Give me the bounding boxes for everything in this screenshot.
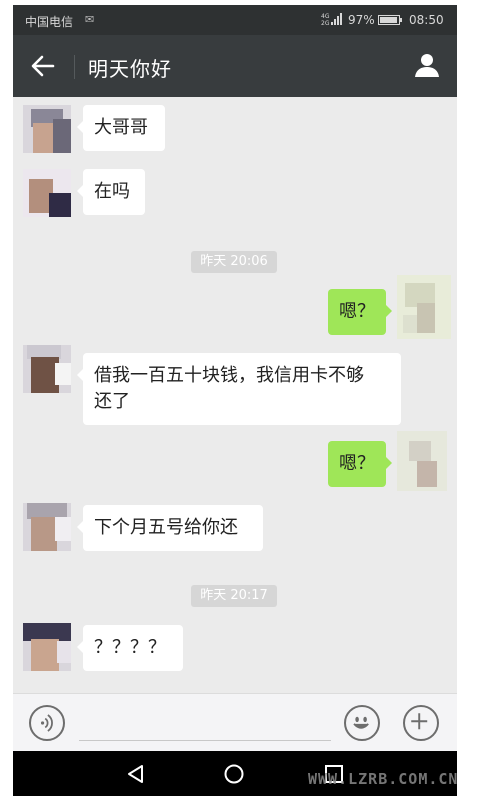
timestamp: 昨天 20:17 bbox=[191, 585, 277, 607]
message-bubble[interactable]: ？？？？ bbox=[77, 625, 183, 671]
watermark: WWW.LZRB.COM.CN bbox=[308, 770, 459, 788]
message-text: 借我一百五十块钱，我信用卡不够 bbox=[94, 365, 364, 386]
person-icon[interactable] bbox=[413, 51, 441, 79]
emoji-icon[interactable] bbox=[344, 705, 380, 741]
message-text: ？？？？ bbox=[94, 637, 166, 658]
input-bar bbox=[13, 693, 457, 752]
status-bar: 中国电信 ✉ 4G 2G 97% 08:50 bbox=[13, 5, 457, 35]
message-text: 下个月五号给你还 bbox=[94, 517, 238, 538]
chat-notification-icon: ✉ bbox=[85, 13, 95, 26]
message-bubble[interactable]: 嗯？ bbox=[328, 441, 392, 487]
arrow-left-icon[interactable] bbox=[29, 52, 57, 80]
avatar[interactable] bbox=[397, 431, 447, 491]
avatar[interactable] bbox=[23, 169, 71, 217]
avatar[interactable] bbox=[23, 503, 71, 551]
message-bubble[interactable]: 借我一百五十块钱，我信用卡不够 还了 bbox=[77, 353, 401, 425]
message-bubble[interactable]: 在吗 bbox=[77, 169, 145, 215]
avatar[interactable] bbox=[397, 275, 451, 339]
message-bubble[interactable]: 嗯？ bbox=[328, 289, 392, 335]
message-input[interactable] bbox=[79, 706, 331, 741]
voice-icon[interactable] bbox=[29, 705, 65, 741]
triangle-back-icon[interactable] bbox=[125, 763, 147, 785]
message-text: 大哥哥 bbox=[94, 117, 148, 138]
message-list[interactable]: 大哥哥 在吗 昨天 20:06 嗯？ 借我一百五十块钱，我信用卡不够 还了 嗯？… bbox=[13, 97, 457, 695]
message-text: 在吗 bbox=[94, 181, 130, 202]
battery-icon bbox=[378, 15, 402, 25]
carrier-label: 中国电信 bbox=[25, 15, 74, 29]
message-bubble[interactable]: 下个月五号给你还 bbox=[77, 505, 263, 551]
phone-screen: 中国电信 ✉ 4G 2G 97% 08:50 明天你好 大哥哥 在吗 昨天 20… bbox=[13, 5, 457, 796]
svg-text:2G: 2G bbox=[321, 20, 330, 26]
header-divider bbox=[74, 55, 75, 79]
timestamp: 昨天 20:06 bbox=[191, 251, 277, 273]
avatar[interactable] bbox=[23, 345, 71, 393]
circle-home-icon[interactable] bbox=[223, 763, 245, 785]
battery-percent: 97% bbox=[348, 13, 375, 27]
clock: 08:50 bbox=[409, 13, 444, 27]
message-text: 嗯？ bbox=[339, 453, 375, 474]
message-text: 还了 bbox=[94, 391, 130, 412]
plus-icon[interactable] bbox=[403, 705, 439, 741]
chat-header: 明天你好 bbox=[13, 35, 457, 97]
message-text: 嗯？ bbox=[339, 301, 375, 322]
avatar[interactable] bbox=[23, 623, 71, 671]
chat-title: 明天你好 bbox=[88, 57, 172, 81]
signal-icon: 4G 2G bbox=[321, 13, 342, 26]
svg-text:4G: 4G bbox=[321, 13, 330, 20]
avatar[interactable] bbox=[23, 105, 71, 153]
message-bubble[interactable]: 大哥哥 bbox=[77, 105, 165, 151]
